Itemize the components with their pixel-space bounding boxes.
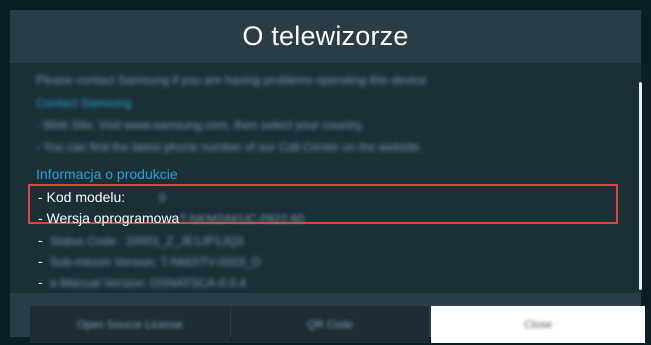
dialog-title: O telewizorze xyxy=(10,10,641,62)
software-version-value: T-NKM2AKUC-0922.60 xyxy=(179,212,305,226)
qr-code-button[interactable]: QR Code xyxy=(231,306,429,343)
status-dash: - xyxy=(38,232,43,248)
contact-info-text: Please contact Samsung if you are having… xyxy=(36,73,430,87)
status-code-text: Status Code : 20001_Z_JE1JP1JQ3 xyxy=(50,234,244,248)
micom-dash: - xyxy=(38,253,43,269)
model-code-value: 0 xyxy=(159,191,166,205)
product-info-heading: Informacja o produkcie xyxy=(36,166,178,182)
software-version-row: - Wersja oprogramowaT-NKM2AKUC-0922.60 xyxy=(38,210,304,226)
close-button[interactable]: Close xyxy=(431,306,645,343)
open-source-license-button[interactable]: Open Source License xyxy=(30,306,230,343)
model-code-row: - Kod modelu: 0 xyxy=(38,189,166,205)
software-version-label: - Wersja oprogramowa xyxy=(38,210,180,226)
call-center-info-text: - You can find the latest phone number o… xyxy=(36,140,423,154)
micom-version-text: Sub-micom Version: T-NM2ITV-0003_D xyxy=(50,255,261,269)
model-code-label: - Kod modelu: xyxy=(38,189,126,205)
emanual-version-text: e-Manual Version: OSNATSCA-0.0.4 xyxy=(50,276,246,290)
about-tv-dialog: O telewizorze Please contact Samsung if … xyxy=(10,10,645,343)
dialog-buttons: Open Source License QR Code Close xyxy=(30,306,645,343)
scrollbar[interactable] xyxy=(639,82,642,290)
manual-dash: - xyxy=(38,274,43,290)
website-info-text: - Web Site: Visit www.samsung.com, then … xyxy=(36,118,365,132)
contact-samsung-link[interactable]: Contact Samsung xyxy=(36,96,131,110)
info-scroll-area[interactable]: Please contact Samsung if you are having… xyxy=(10,63,641,293)
